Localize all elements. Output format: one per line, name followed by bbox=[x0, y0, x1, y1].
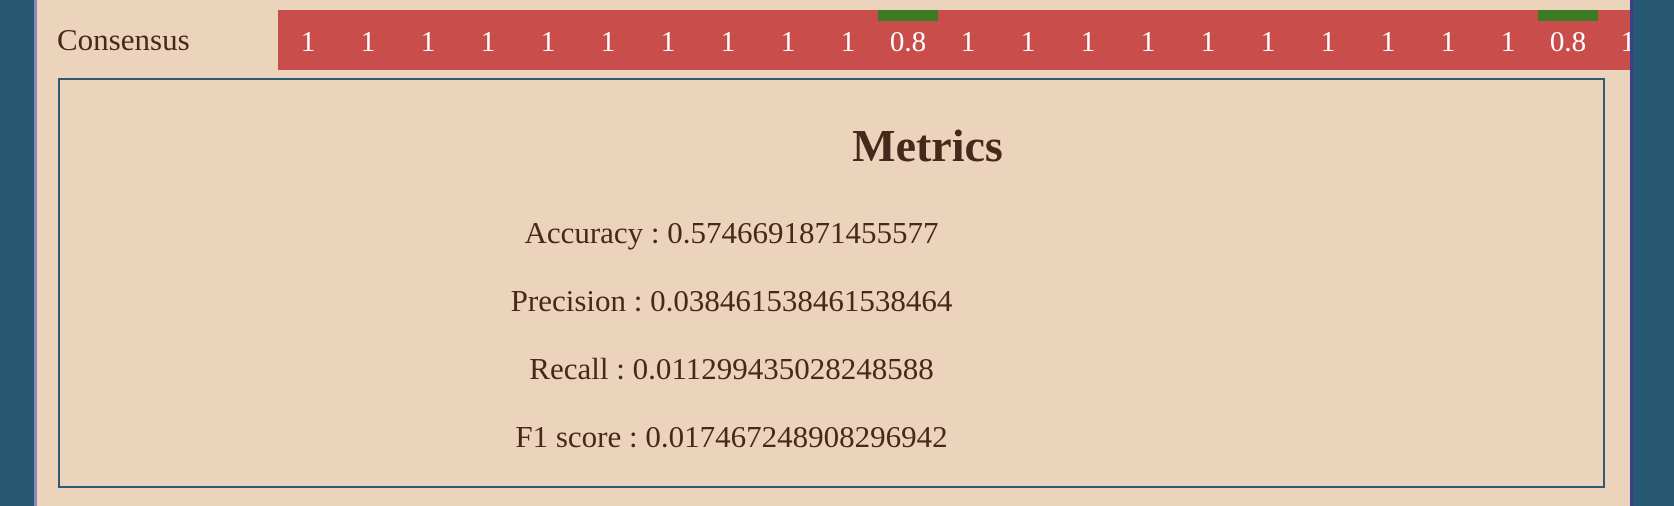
f1-score-metric: F1 score : 0.017467248908296942 bbox=[515, 419, 948, 454]
consensus-cell-value: 1 bbox=[840, 26, 856, 58]
consensus-cell-value: 1 bbox=[780, 26, 796, 58]
consensus-cell: 1 bbox=[1298, 10, 1358, 70]
consensus-cell: 1 bbox=[758, 10, 818, 70]
page: Consensus 1 1 1 1 1 1 1 1 1 1 0.8 1 1 1 1 1 1 1 1 1 1 0.8 1 Me… bbox=[0, 0, 1674, 506]
consensus-cell-value: 1 bbox=[600, 26, 616, 58]
metrics-title: Metrics bbox=[852, 120, 1003, 171]
consensus-cell: 0.8 bbox=[1538, 10, 1598, 70]
consensus-cell-value: 1 bbox=[1440, 26, 1456, 58]
consensus-cell-value: 1 bbox=[660, 26, 676, 58]
consensus-cell-value: 1 bbox=[960, 26, 976, 58]
consensus-cell: 1 bbox=[1058, 10, 1118, 70]
consensus-cell: 1 bbox=[1178, 10, 1238, 70]
consensus-cell: 1 bbox=[578, 10, 638, 70]
consensus-cell: 1 bbox=[458, 10, 518, 70]
consensus-cell-value: 1 bbox=[720, 26, 736, 58]
consensus-cell: 1 bbox=[818, 10, 878, 70]
accuracy-metric: Accuracy : 0.5746691871455577 bbox=[524, 215, 939, 250]
left-margin bbox=[0, 0, 36, 506]
consensus-cell: 1 bbox=[1238, 10, 1298, 70]
consensus-cell: 1 bbox=[1118, 10, 1178, 70]
consensus-cell-value: 1 bbox=[1380, 26, 1396, 58]
content-panel: Consensus 1 1 1 1 1 1 1 1 1 1 0.8 1 1 1 1 1 1 1 1 1 1 0.8 1 Me… bbox=[37, 0, 1630, 506]
consensus-cell-value: 1 bbox=[1140, 26, 1156, 58]
consensus-cell: 1 bbox=[338, 10, 398, 70]
consensus-cell: 1 bbox=[518, 10, 578, 70]
consensus-cell-value: 1 bbox=[540, 26, 556, 58]
consensus-cell: 1 bbox=[938, 10, 998, 70]
right-margin bbox=[1630, 0, 1674, 506]
consensus-cell-value: 1 bbox=[1500, 26, 1516, 58]
consensus-cell: 1 bbox=[278, 10, 338, 70]
consensus-cell: 1 bbox=[998, 10, 1058, 70]
consensus-cell: 1 bbox=[1358, 10, 1418, 70]
consensus-strip: 1 1 1 1 1 1 1 1 1 1 0.8 1 1 1 1 1 1 1 1 1 1 0.8 1 bbox=[278, 10, 1630, 70]
consensus-cell: 1 bbox=[398, 10, 458, 70]
consensus-cell-value: 1 bbox=[1080, 26, 1096, 58]
consensus-cell-value: 1 bbox=[1260, 26, 1276, 58]
consensus-cell-value: 1 bbox=[1200, 26, 1216, 58]
consensus-cell-value: 1 bbox=[300, 26, 316, 58]
metrics-panel: Metrics Accuracy : 0.5746691871455577 Pr… bbox=[58, 78, 1605, 488]
consensus-cell-value: 1 bbox=[480, 26, 496, 58]
consensus-cell-value: 1 bbox=[1320, 26, 1336, 58]
consensus-cell-value: 1 bbox=[1020, 26, 1036, 58]
consensus-cell: 0.8 bbox=[878, 10, 938, 70]
consensus-cell-value: 0.8 bbox=[1549, 26, 1587, 58]
consensus-label: Consensus bbox=[57, 22, 190, 57]
consensus-cell: 1 bbox=[638, 10, 698, 70]
precision-metric: Precision : 0.038461538461538464 bbox=[510, 283, 953, 318]
recall-metric: Recall : 0.011299435028248588 bbox=[529, 351, 934, 386]
consensus-highlight-marker bbox=[1538, 10, 1598, 21]
consensus-cell-value: 1 bbox=[420, 26, 436, 58]
consensus-cell-value: 1 bbox=[1620, 26, 1630, 58]
consensus-cell: 1 bbox=[698, 10, 758, 70]
consensus-cell: 1 bbox=[1418, 10, 1478, 70]
consensus-cell-value: 1 bbox=[360, 26, 376, 58]
right-edge-divider bbox=[1630, 0, 1633, 506]
consensus-highlight-marker bbox=[878, 10, 938, 21]
consensus-cell-value: 0.8 bbox=[889, 26, 927, 58]
consensus-cell: 1 bbox=[1478, 10, 1538, 70]
consensus-cell: 1 bbox=[1598, 10, 1630, 70]
